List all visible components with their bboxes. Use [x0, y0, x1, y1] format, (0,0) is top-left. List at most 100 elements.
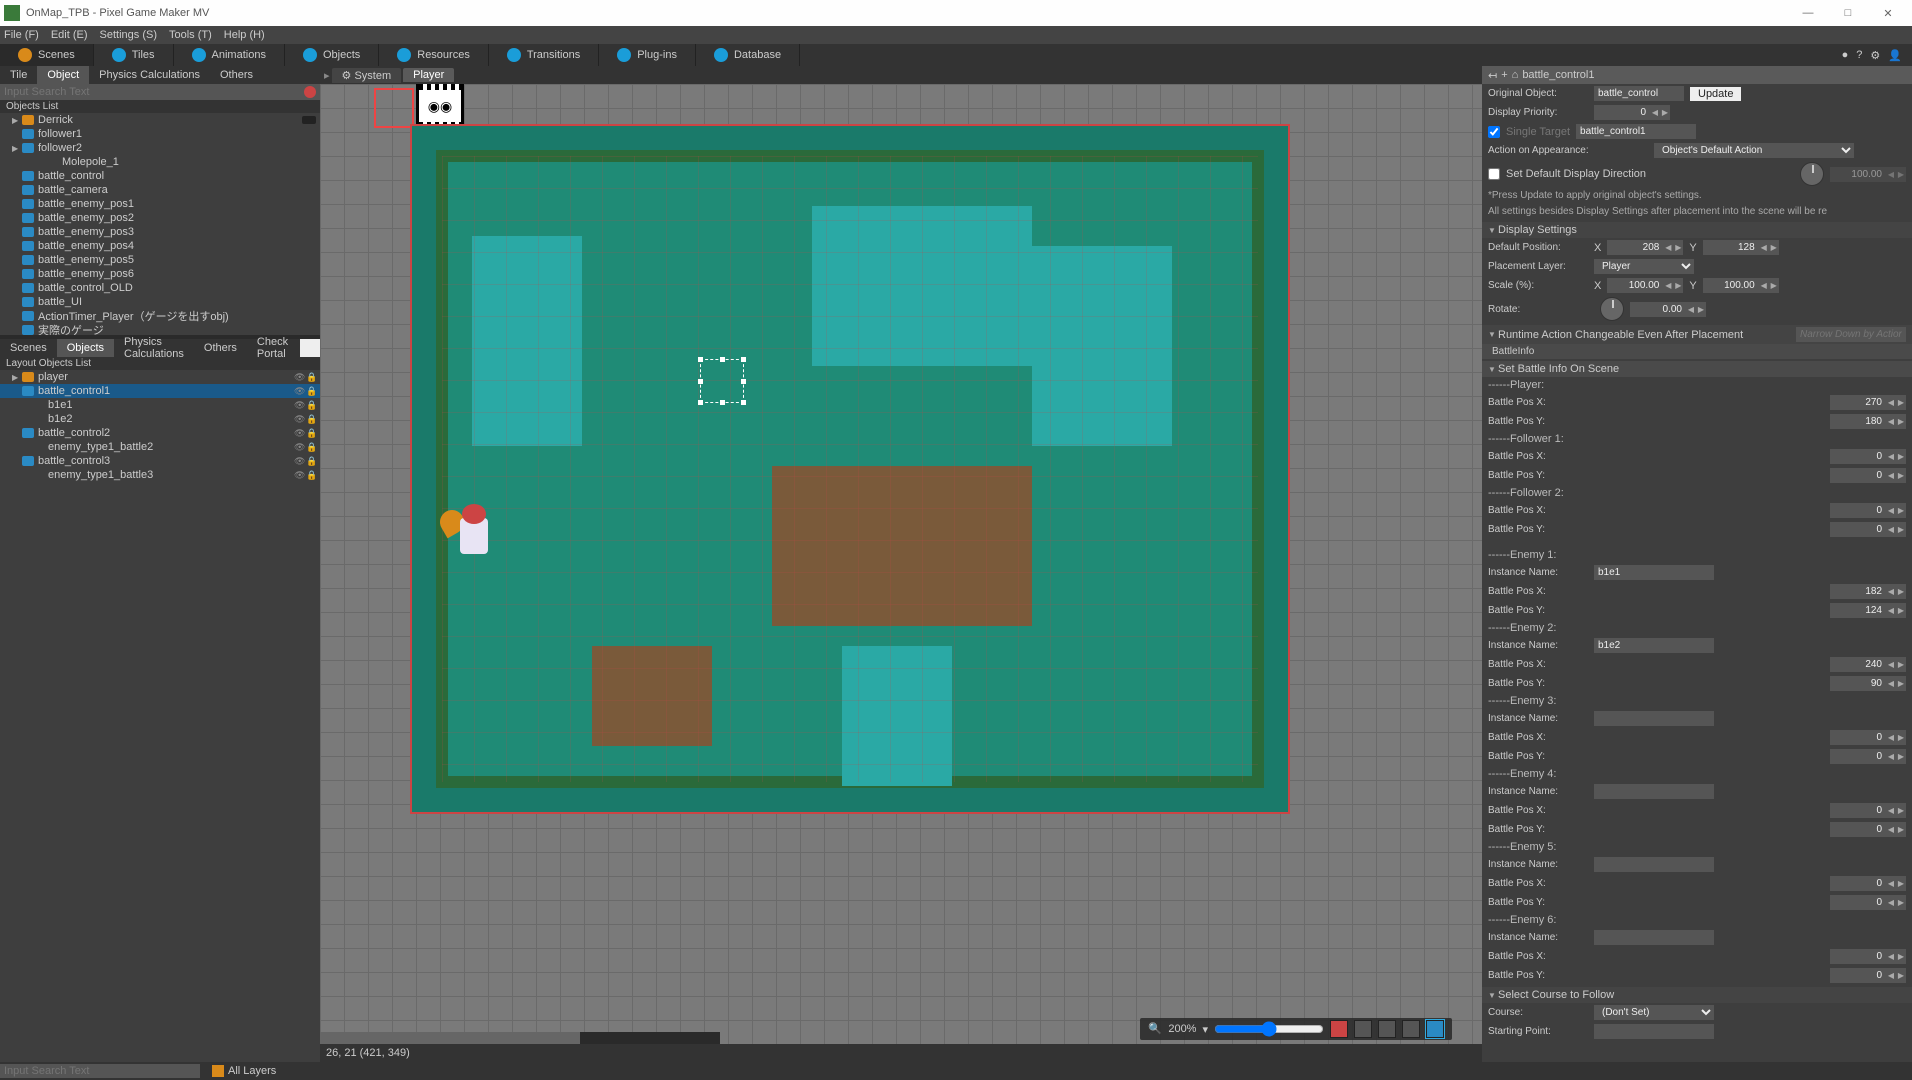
lock-icon[interactable]: 🔒 — [306, 456, 316, 466]
e3-name-field[interactable] — [1594, 711, 1714, 726]
tool-visibility-icon[interactable] — [1426, 1020, 1444, 1038]
subtab2-physics[interactable]: Physics Calculations — [114, 339, 194, 357]
e3-by-field[interactable] — [1834, 749, 1886, 764]
subtab-physics[interactable]: Physics Calculations — [89, 66, 210, 84]
tree-row[interactable]: battle_enemy_pos5 — [0, 253, 320, 267]
section-runtime-action[interactable]: ▼Runtime Action Changeable Even After Pl… — [1482, 325, 1912, 344]
section-display-settings[interactable]: ▼Display Settings — [1482, 222, 1912, 238]
tree-row[interactable]: battle_enemy_pos3 — [0, 225, 320, 239]
account-icon[interactable]: 👤 — [1888, 49, 1902, 62]
zoom-slider[interactable] — [1214, 1021, 1324, 1037]
tree-row[interactable]: ActionTimer_Player（ゲージを出すobj) — [0, 309, 320, 323]
lock-icon[interactable]: 🔒 — [306, 414, 316, 424]
visibility-icon[interactable]: 👁 — [294, 386, 304, 396]
action-appearance-select[interactable]: Object's Default Action — [1654, 143, 1854, 158]
section-course[interactable]: ▼Select Course to Follow — [1482, 987, 1912, 1003]
tab-scenes[interactable]: Scenes — [0, 44, 94, 66]
horizontal-scrollbar[interactable] — [320, 1032, 720, 1044]
tool-snap-icon[interactable] — [1354, 1020, 1372, 1038]
set-default-dir-checkbox[interactable] — [1488, 168, 1500, 180]
e1-by-field[interactable] — [1834, 603, 1886, 618]
maximize-button[interactable]: □ — [1828, 7, 1868, 19]
visibility-icon[interactable]: 👁 — [294, 470, 304, 480]
tree-row[interactable]: battle_camera — [0, 183, 320, 197]
subtab-tile[interactable]: Tile — [0, 66, 37, 84]
tree-row[interactable]: ▶player👁🔒 — [0, 370, 320, 384]
player-bx-field[interactable] — [1834, 395, 1886, 410]
tree-row[interactable]: battle_control1👁🔒 — [0, 384, 320, 398]
default-pos-y[interactable] — [1707, 240, 1759, 255]
subtab2-others[interactable]: Others — [194, 339, 247, 357]
visibility-icon[interactable]: 👁 — [294, 400, 304, 410]
placement-layer-select[interactable]: Player — [1594, 259, 1694, 274]
e5-name-field[interactable] — [1594, 857, 1714, 872]
all-layers-button[interactable]: All Layers — [204, 1065, 284, 1077]
tab-plugins[interactable]: Plug-ins — [599, 44, 696, 66]
tree-row[interactable]: ▶Derrick — [0, 113, 320, 127]
subtab-others[interactable]: Others — [210, 66, 263, 84]
tool-layers-icon[interactable] — [1402, 1020, 1420, 1038]
e6-name-field[interactable] — [1594, 930, 1714, 945]
visibility-icon[interactable]: 👁 — [294, 442, 304, 452]
subtab2-objects[interactable]: Objects — [57, 339, 114, 357]
selection-marker[interactable] — [700, 359, 744, 403]
section-set-battle[interactable]: ▼Set Battle Info On Scene — [1482, 361, 1912, 377]
tree-row[interactable]: b1e1👁🔒 — [0, 398, 320, 412]
lock-icon[interactable]: 🔒 — [306, 372, 316, 382]
e6-by-field[interactable] — [1834, 968, 1886, 983]
tree-row[interactable]: enemy_type1_battle3👁🔒 — [0, 468, 320, 482]
bottom-search-input[interactable] — [0, 1064, 200, 1078]
update-button[interactable]: Update — [1690, 87, 1741, 101]
display-priority-field[interactable] — [1598, 105, 1650, 120]
battleinfo-label[interactable]: BattleInfo — [1482, 344, 1912, 359]
visibility-icon[interactable]: 👁 — [294, 456, 304, 466]
f2-bx-field[interactable] — [1834, 503, 1886, 518]
e3-bx-field[interactable] — [1834, 730, 1886, 745]
player-by-field[interactable] — [1834, 414, 1886, 429]
tree-row[interactable]: battle_control — [0, 169, 320, 183]
lock-icon[interactable]: 🔒 — [306, 400, 316, 410]
direction-knob[interactable] — [1800, 162, 1824, 186]
canvas-tab-system[interactable]: ⚙ System — [332, 68, 402, 83]
tree-row[interactable]: ▶follower2 — [0, 141, 320, 155]
object-search-input[interactable] — [0, 86, 300, 98]
rotate-knob[interactable] — [1600, 297, 1624, 321]
help-icon[interactable]: ? — [1856, 49, 1862, 62]
e6-bx-field[interactable] — [1834, 949, 1886, 964]
scale-y[interactable] — [1707, 278, 1759, 293]
lock-icon[interactable]: 🔒 — [306, 386, 316, 396]
canvas-arrow-icon[interactable]: ▸ — [324, 69, 330, 82]
e5-by-field[interactable] — [1834, 895, 1886, 910]
tree-row[interactable]: battle_control_OLD — [0, 281, 320, 295]
menu-help[interactable]: Help (H) — [224, 29, 265, 41]
course-select[interactable]: (Don't Set) — [1594, 1005, 1714, 1020]
tab-resources[interactable]: Resources — [379, 44, 489, 66]
subtab-object[interactable]: Object — [37, 66, 89, 84]
objects-tree[interactable]: ▶Derrickfollower1▶follower2Molepole_1bat… — [0, 113, 320, 335]
tree-row[interactable]: Molepole_1 — [0, 155, 320, 169]
camera-object-icon[interactable]: ◉◉ — [416, 84, 464, 128]
zoom-icon[interactable]: 🔍 — [1148, 1022, 1162, 1036]
tree-row[interactable]: battle_control2👁🔒 — [0, 426, 320, 440]
rotate-field[interactable] — [1634, 302, 1686, 317]
close-button[interactable]: ✕ — [1868, 7, 1908, 20]
gear-icon[interactable]: ⚙ — [1870, 49, 1880, 62]
tilemap[interactable] — [410, 124, 1290, 814]
f1-by-field[interactable] — [1834, 468, 1886, 483]
tab-transitions[interactable]: Transitions — [489, 44, 599, 66]
tree-row[interactable]: b1e2👁🔒 — [0, 412, 320, 426]
tree-row[interactable]: battle_UI — [0, 295, 320, 309]
orig-object-field[interactable] — [1594, 86, 1684, 101]
single-target-checkbox[interactable] — [1488, 126, 1500, 138]
subtab2-scenes[interactable]: Scenes — [0, 339, 57, 357]
breadcrumb-home-icon[interactable]: ⌂ — [1512, 69, 1519, 81]
tab-animations[interactable]: Animations — [174, 44, 285, 66]
breadcrumb-add-icon[interactable]: + — [1501, 69, 1507, 81]
minimize-button[interactable]: — — [1788, 7, 1828, 19]
tree-row[interactable]: battle_enemy_pos6 — [0, 267, 320, 281]
e4-bx-field[interactable] — [1834, 803, 1886, 818]
runtime-filter[interactable] — [1796, 327, 1906, 342]
menu-file[interactable]: File (F) — [4, 29, 39, 41]
menu-settings[interactable]: Settings (S) — [100, 29, 157, 41]
e1-name-field[interactable] — [1594, 565, 1714, 580]
